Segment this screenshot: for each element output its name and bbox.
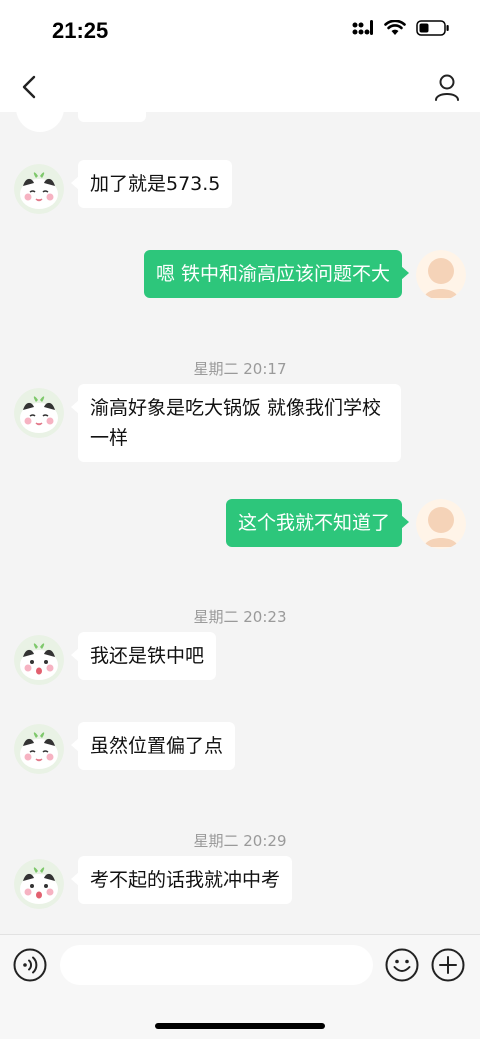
my-avatar[interactable] (416, 499, 466, 549)
back-arrow-icon (22, 75, 36, 99)
profile-button[interactable] (430, 70, 464, 104)
wifi-icon (384, 19, 406, 40)
my-avatar[interactable] (416, 250, 466, 300)
message-bubble[interactable]: 虽然位置偏了点 (70, 722, 236, 770)
battery-icon (416, 20, 450, 40)
partial-avatar (16, 112, 64, 132)
message-bubble[interactable]: 渝高好象是吃大锅饭 就像我们学校一样 (71, 384, 401, 462)
voice-icon (13, 948, 47, 982)
back-button[interactable] (14, 70, 48, 104)
message-bubble[interactable]: 考不起的话我就冲中考 (70, 856, 293, 904)
plus-icon (431, 948, 465, 982)
message-bubble[interactable]: 这个我就不知道了 (225, 499, 410, 547)
plus-button[interactable] (430, 947, 466, 983)
contact-avatar[interactable] (14, 164, 64, 214)
voice-button[interactable] (12, 947, 48, 983)
message-input[interactable] (60, 945, 373, 985)
contact-avatar[interactable] (14, 388, 64, 438)
timestamp: 星期二 20:29 (193, 832, 287, 850)
message-bubble[interactable]: 嗯 铁中和渝高应该问题不大 (143, 250, 410, 298)
emoji-button[interactable] (384, 947, 420, 983)
timestamp: 星期二 20:17 (193, 360, 287, 378)
nav-bar (0, 62, 480, 112)
chat-area[interactable]: 加了就是573.5 嗯 铁中和渝高应该问题不大 星期二 20:17 渝高好象是吃… (0, 112, 480, 934)
input-bar (0, 934, 480, 1039)
signal-icon (352, 20, 374, 40)
status-icons (352, 19, 450, 40)
chat-title (190, 74, 290, 94)
status-time: 21:25 (52, 18, 109, 43)
message-bubble[interactable]: 我还是铁中吧 (70, 632, 217, 680)
contact-avatar[interactable] (14, 724, 64, 774)
message-bubble[interactable]: 加了就是573.5 (70, 160, 233, 208)
profile-icon (435, 74, 459, 101)
emoji-icon (385, 948, 419, 982)
timestamp: 星期二 20:23 (193, 608, 287, 626)
partial-message-bubble (78, 112, 146, 122)
status-bar: 21:25 (0, 0, 480, 62)
contact-avatar[interactable] (14, 859, 64, 909)
home-indicator (155, 1023, 325, 1029)
contact-avatar[interactable] (14, 635, 64, 685)
